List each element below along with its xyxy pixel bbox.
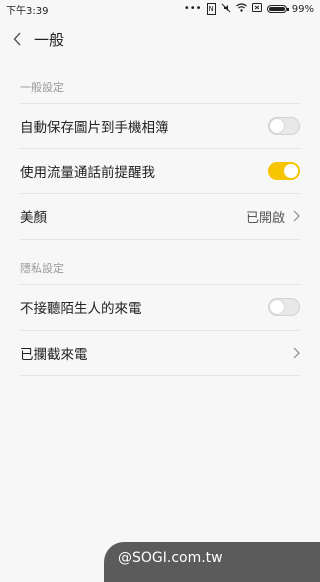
status-icons: ••• N 99% [184,3,314,16]
setting-data-remind[interactable]: 使用流量通話前提醒我 [20,149,300,193]
sim-icon [251,3,262,15]
more-dots-icon: ••• [183,3,202,14]
setting-label: 已攔截來電 [20,347,88,363]
setting-blocked-calls[interactable]: 已攔截來電 [20,331,300,375]
divider [20,239,300,240]
mute-icon [221,3,231,16]
setting-label: 不接聽陌生人的來電 [20,301,142,317]
chevron-right-icon [293,347,300,359]
nfc-icon: N [206,3,216,15]
wifi-icon [235,3,247,15]
setting-stranger-calls[interactable]: 不接聽陌生人的來電 [20,285,300,329]
chevron-left-icon [13,32,21,46]
status-bar: 下午3:39 ••• N 99% [0,0,320,18]
chevron-right-icon [293,210,300,222]
setting-beauty[interactable]: 美顏 已開啟 [20,194,300,238]
back-button[interactable] [6,22,28,56]
setting-auto-save[interactable]: 自動保存圖片到手機相簿 [20,104,300,148]
battery-icon [266,5,289,13]
page-title: 一般 [34,30,65,49]
section-header-general: 一般設定 [20,81,64,94]
setting-label: 使用流量通話前提醒我 [20,165,155,181]
battery-percent: 99% [291,3,314,15]
setting-label: 美顏 [20,210,47,226]
data-remind-toggle[interactable] [268,162,300,180]
divider [20,375,300,376]
setting-value-wrap: 已開啟 [246,207,300,226]
status-time: 下午3:39 [6,5,49,17]
auto-save-toggle[interactable] [268,117,300,135]
watermark: @SOGI.com.tw [104,542,320,582]
section-header-privacy: 隱私設定 [20,262,64,275]
beauty-value: 已開啟 [245,210,285,226]
stranger-calls-toggle[interactable] [268,298,300,316]
app-bar: 一般 [0,18,320,60]
setting-label: 自動保存圖片到手機相簿 [20,120,169,136]
